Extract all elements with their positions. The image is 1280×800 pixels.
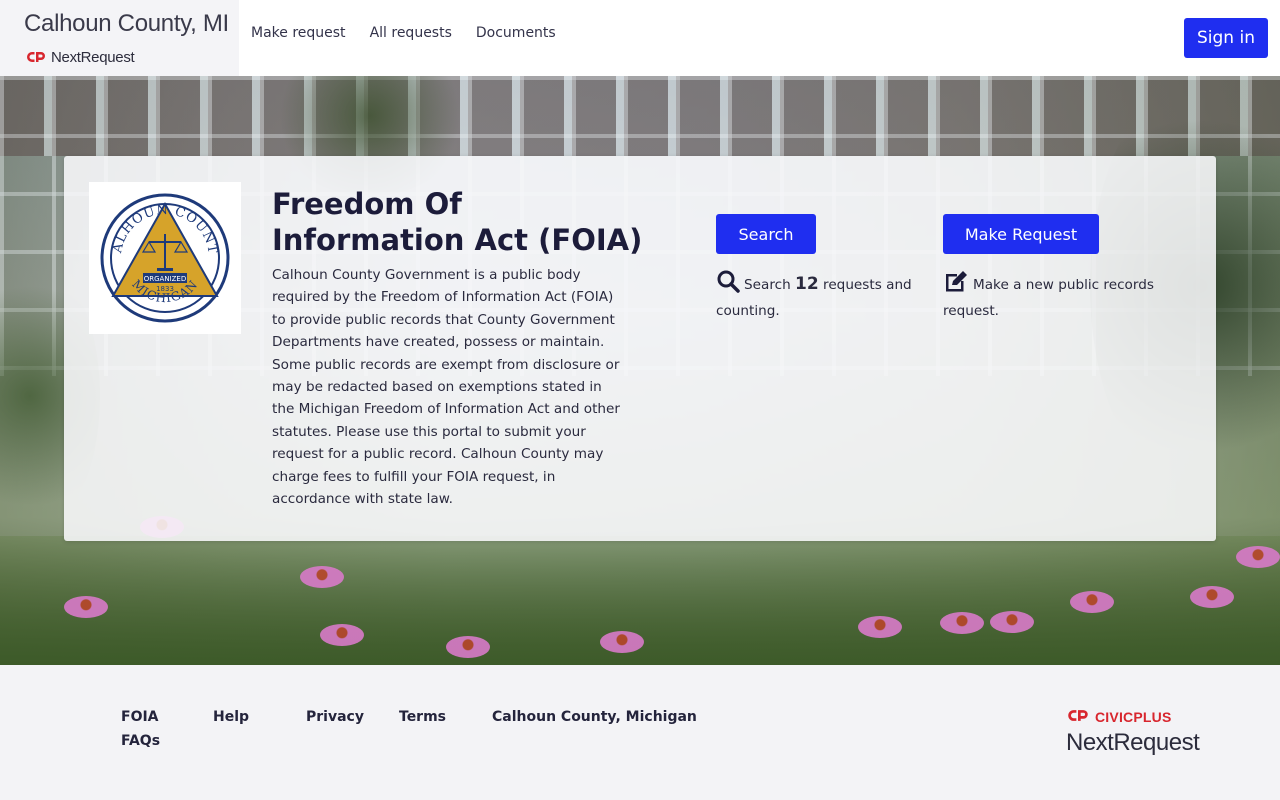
main-nav: Make request All requests Documents [251, 25, 556, 41]
nav-all-requests[interactable]: All requests [370, 25, 452, 41]
flower [990, 611, 1034, 633]
footer-link-faqs[interactable]: FAQs [121, 733, 160, 749]
footer-link-privacy[interactable]: Privacy [306, 709, 364, 725]
footer-link-help[interactable]: Help [213, 709, 249, 725]
request-count: 12 [795, 274, 819, 294]
top-header: Calhoun County, MI NextRequest Make requ… [0, 0, 1280, 76]
brand-title[interactable]: Calhoun County, MI [24, 10, 229, 38]
civicplus-logo-icon [1067, 707, 1089, 726]
foia-description: Calhoun County Government is a public bo… [272, 267, 620, 508]
flower [446, 636, 490, 658]
make-request-text: Make a new public records request. [943, 277, 1154, 319]
brand-block[interactable]: Calhoun County, MI NextRequest [0, 0, 239, 76]
flower [1190, 586, 1234, 608]
nextrequest-brand: NextRequest [26, 48, 135, 67]
footer-link-foia[interactable]: FOIA [121, 709, 159, 725]
civicplus-text: CIVICPLUS [1095, 708, 1172, 725]
edit-icon [943, 269, 969, 300]
foia-info-card: CALHOUN COUNTY MICHIGAN ORGANIZED 1833 F… [64, 156, 1216, 541]
seal-organized: ORGANIZED [144, 275, 187, 283]
county-seal: CALHOUN COUNTY MICHIGAN ORGANIZED 1833 [89, 182, 241, 334]
flower [1236, 546, 1280, 568]
civicplus-brand[interactable]: CIVICPLUS [1067, 707, 1171, 726]
footer-link-terms[interactable]: Terms [399, 709, 446, 725]
nav-documents[interactable]: Documents [476, 25, 556, 41]
flower [320, 624, 364, 646]
flower [858, 616, 902, 638]
flower [1070, 591, 1114, 613]
seal-year: 1833 [156, 285, 174, 293]
flower [940, 612, 984, 634]
search-summary: Search 12 requests and counting. [716, 269, 916, 322]
flower [64, 596, 108, 618]
county-seal-icon: CALHOUN COUNTY MICHIGAN ORGANIZED 1833 [99, 192, 230, 323]
nav-make-request[interactable]: Make request [251, 25, 346, 41]
flower [300, 566, 344, 588]
make-request-button[interactable]: Make Request [943, 214, 1099, 254]
search-button[interactable]: Search [716, 214, 816, 254]
search-icon [716, 269, 740, 300]
footer-link-county[interactable]: Calhoun County, Michigan [492, 709, 697, 725]
search-text-pre: Search [744, 277, 791, 293]
civicplus-logo-icon [26, 48, 46, 67]
make-request-summary: Make a new public records request. [943, 269, 1183, 322]
nextrequest-footer-logo: NextRequest [1066, 729, 1200, 756]
page-title: Freedom Of Information Act (FOIA) [272, 187, 643, 257]
brand-subtitle: NextRequest [51, 49, 135, 66]
flower [600, 631, 644, 653]
sign-in-button[interactable]: Sign in [1184, 18, 1268, 58]
